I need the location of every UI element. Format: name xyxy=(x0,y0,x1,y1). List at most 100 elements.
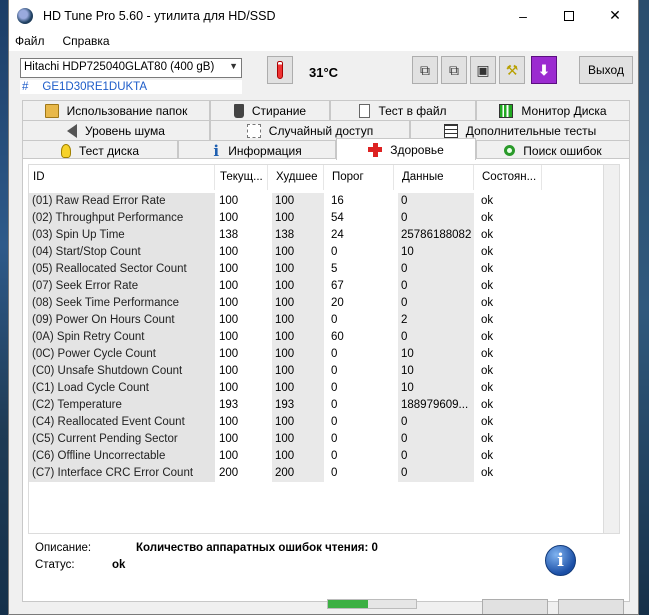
column-header-data[interactable]: Данные xyxy=(398,165,474,190)
drive-select[interactable]: Hitachi HDP725040GLAT80 (400 gB) ▼ xyxy=(20,58,242,78)
bottom-strip xyxy=(22,596,630,614)
bottom-button-1[interactable] xyxy=(482,599,548,614)
cell-threshold: 0 xyxy=(328,448,394,465)
vertical-scrollbar[interactable] xyxy=(603,164,620,534)
cell-data: 10 xyxy=(398,244,474,261)
cell-status: ok xyxy=(478,346,542,363)
table-row[interactable]: (02) Throughput Performance 100 100 54 0 ok xyxy=(29,210,605,227)
temperature-button[interactable] xyxy=(267,56,293,84)
cell-threshold: 0 xyxy=(328,431,394,448)
cell-data: 10 xyxy=(398,363,474,380)
description-label: Описание: xyxy=(35,542,92,554)
cell-id: (02) Throughput Performance xyxy=(29,210,215,227)
tab-info[interactable]: i Информация xyxy=(178,140,336,160)
minimize-button[interactable]: – xyxy=(500,0,546,31)
description-value: Количество аппаратных ошибок чтения: 0 xyxy=(136,542,378,554)
cell-current: 100 xyxy=(216,261,268,278)
tab-benchmark[interactable]: Тест диска xyxy=(22,140,178,160)
cell-worst: 100 xyxy=(272,329,324,346)
tab-folder-usage[interactable]: Использование папок xyxy=(22,100,210,120)
tab-erase[interactable]: Стирание xyxy=(210,100,330,120)
table-row[interactable]: (C2) Temperature 193 193 0 188979609... ok xyxy=(29,397,605,414)
tab-label: Стирание xyxy=(251,103,307,118)
tab-disk-monitor[interactable]: Монитор Диска xyxy=(476,100,630,120)
cell-current: 100 xyxy=(216,278,268,295)
tab-health[interactable]: Здоровье xyxy=(336,138,476,160)
tab-label: Дополнительные тесты xyxy=(465,123,597,138)
arrow-down-icon: ⬇ xyxy=(538,61,550,78)
bottom-button-2[interactable] xyxy=(558,599,624,614)
cell-data: 0 xyxy=(398,278,474,295)
tab-random-access[interactable]: Случайный доступ xyxy=(210,120,410,140)
exit-button[interactable]: Выход xyxy=(579,56,633,84)
cell-data: 25786188082 xyxy=(398,227,474,244)
cell-data: 0 xyxy=(398,329,474,346)
tab-row-3: Тест диска i Информация Здоровье Поиск ош… xyxy=(22,138,630,160)
cell-current: 138 xyxy=(216,227,268,244)
cell-status: ok xyxy=(478,278,542,295)
table-row[interactable]: (04) Start/Stop Count 100 100 0 10 ok xyxy=(29,244,605,261)
table-row[interactable]: (08) Seek Time Performance 100 100 20 0 ok xyxy=(29,295,605,312)
cell-threshold: 0 xyxy=(328,397,394,414)
table-row[interactable]: (C0) Unsafe Shutdown Count 100 100 0 10 ok xyxy=(29,363,605,380)
cell-data: 0 xyxy=(398,210,474,227)
table-body: (01) Raw Read Error Rate 100 100 16 0 ok (02) … xyxy=(29,193,605,482)
column-header-id[interactable]: ID xyxy=(29,165,215,190)
table-row[interactable]: (0A) Spin Retry Count 100 100 60 0 ok xyxy=(29,329,605,346)
table-row[interactable]: (C5) Current Pending Sector 100 100 0 0 ok xyxy=(29,431,605,448)
tab-extra-tests[interactable]: Дополнительные тесты xyxy=(410,120,630,140)
tab-aam[interactable]: Уровень шума xyxy=(22,120,210,140)
column-header-status[interactable]: Состоян... xyxy=(478,165,542,190)
monitor-icon xyxy=(499,103,514,118)
menu-help[interactable]: Справка xyxy=(63,34,110,48)
tab-file-benchmark[interactable]: Тест в файл xyxy=(330,100,476,120)
menu-bar: Файл Справка xyxy=(9,31,638,51)
cell-data: 0 xyxy=(398,193,474,210)
cell-worst: 100 xyxy=(272,448,324,465)
tools-icon: ⚒ xyxy=(505,61,519,78)
cell-id: (0C) Power Cycle Count xyxy=(29,346,215,363)
copy-info-button[interactable]: ⧉ xyxy=(412,56,438,84)
column-header-current[interactable]: Текущ... xyxy=(216,165,268,190)
cell-status: ok xyxy=(478,465,542,482)
table-row[interactable]: (C1) Load Cycle Count 100 100 0 10 ok xyxy=(29,380,605,397)
smart-table[interactable]: ID Текущ... Худшее Порог Данные Состоян.… xyxy=(28,164,620,534)
table-row[interactable]: (C4) Reallocated Event Count 100 100 0 0 ok xyxy=(29,414,605,431)
menu-file[interactable]: Файл xyxy=(15,34,45,48)
table-row[interactable]: (03) Spin Up Time 138 138 24 25786188082 ok xyxy=(29,227,605,244)
cell-current: 100 xyxy=(216,380,268,397)
cell-data: 10 xyxy=(398,380,474,397)
close-button[interactable]: ✕ xyxy=(592,0,638,31)
table-row[interactable]: (0C) Power Cycle Count 100 100 0 10 ok xyxy=(29,346,605,363)
random-icon xyxy=(246,123,261,138)
save-button[interactable]: ⬇ xyxy=(531,56,557,84)
cell-threshold: 24 xyxy=(328,227,394,244)
copy-all-button[interactable]: ⧉ xyxy=(441,56,467,84)
table-row[interactable]: (C6) Offline Uncorrectable 100 100 0 0 ok xyxy=(29,448,605,465)
table-row[interactable]: (01) Raw Read Error Rate 100 100 16 0 ok xyxy=(29,193,605,210)
title-bar[interactable]: HD Tune Pro 5.60 - утилита для HD/SSD – … xyxy=(9,0,638,31)
table-row[interactable]: (09) Power On Hours Count 100 100 0 2 ok xyxy=(29,312,605,329)
health-panel: ID Текущ... Худшее Порог Данные Состоян.… xyxy=(22,158,630,602)
cell-threshold: 5 xyxy=(328,261,394,278)
table-row[interactable]: (C7) Interface CRC Error Count 200 200 0 0 ok xyxy=(29,465,605,482)
cell-status: ok xyxy=(478,193,542,210)
cell-status: ok xyxy=(478,261,542,278)
info-button[interactable]: i xyxy=(545,545,576,576)
maximize-button[interactable] xyxy=(546,0,592,31)
cell-status: ok xyxy=(478,227,542,244)
column-header-worst[interactable]: Худшее xyxy=(272,165,324,190)
cell-data: 0 xyxy=(398,448,474,465)
tab-error-scan[interactable]: Поиск ошибок xyxy=(476,140,630,160)
cell-worst: 193 xyxy=(272,397,324,414)
cell-current: 200 xyxy=(216,465,268,482)
table-row[interactable]: (07) Seek Error Rate 100 100 67 0 ok xyxy=(29,278,605,295)
options-button[interactable]: ⚒ xyxy=(499,56,525,84)
cell-current: 100 xyxy=(216,329,268,346)
cell-worst: 200 xyxy=(272,465,324,482)
health-cross-icon xyxy=(368,142,383,157)
cell-threshold: 0 xyxy=(328,363,394,380)
screenshot-button[interactable]: ▣ xyxy=(470,56,496,84)
column-header-threshold[interactable]: Порог xyxy=(328,165,394,190)
table-row[interactable]: (05) Reallocated Sector Count 100 100 5 0 ok xyxy=(29,261,605,278)
